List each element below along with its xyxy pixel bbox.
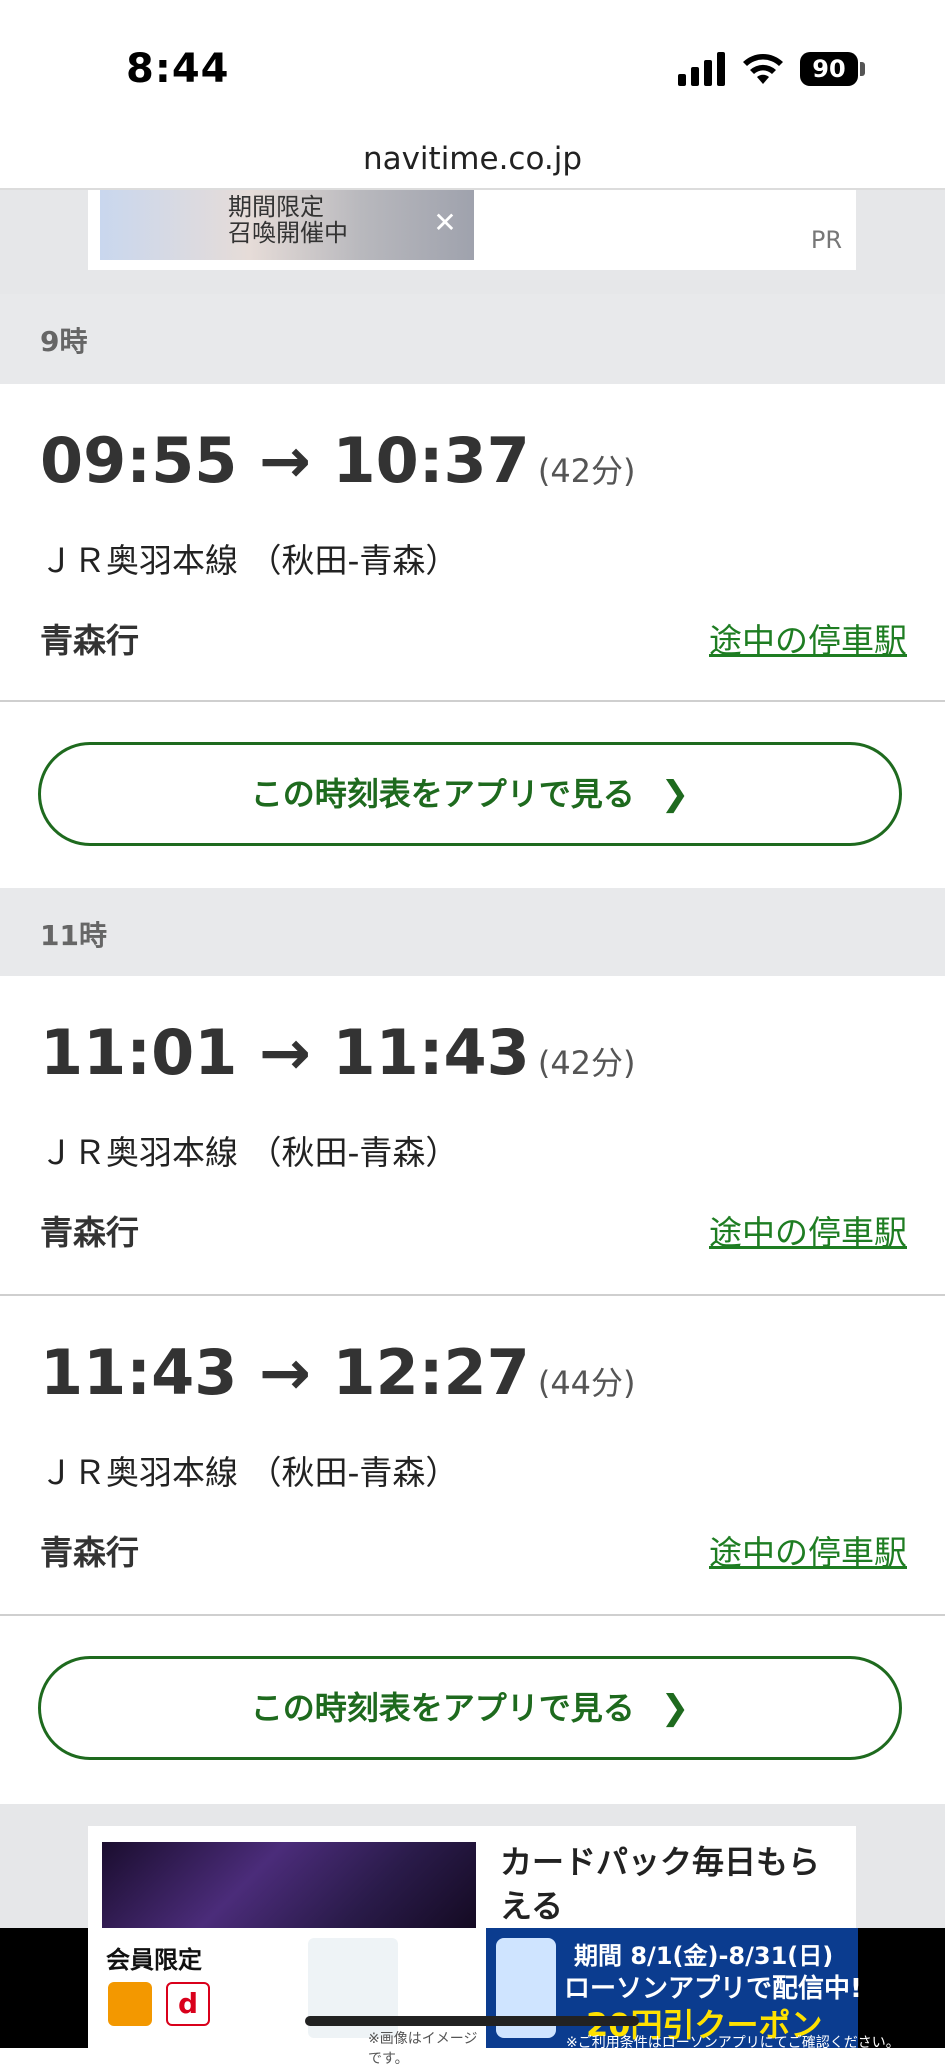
- times-text: 09:55 → 10:37: [40, 424, 530, 497]
- ad-top[interactable]: 期間限定 召喚開催中 ✕ PR: [88, 190, 856, 270]
- banner-period: 期間 8/1(金)-8/31(日): [574, 1942, 834, 1970]
- duration: (42分): [537, 452, 636, 490]
- ad-bottom-text: カードパック毎日もらえる: [500, 1843, 821, 1925]
- home-indicator[interactable]: [305, 2016, 639, 2026]
- member-label: 会員限定: [106, 1946, 202, 1974]
- sticky-banner-ad[interactable]: 会員限定 d ※画像はイメージです。 期間 8/1(金)-8/31(日) ローソ…: [0, 1928, 945, 2067]
- train-line: ＪＲ奥羽本線 （秋田-青森）: [40, 541, 459, 580]
- banner-right[interactable]: 期間 8/1(金)-8/31(日) ローソンアプリで配信中! 20円引クーポン …: [486, 1928, 900, 2051]
- departure-arrival-times: 11:01 → 11:43 (42分): [40, 1016, 636, 1089]
- open-in-app-label: この時刻表をアプリで見る: [250, 1689, 635, 1727]
- destination: 青森行: [40, 1533, 139, 1572]
- hour-label: 9時: [40, 325, 88, 358]
- ad-top-image[interactable]: 期間限定 召喚開催中 ✕: [100, 190, 474, 260]
- banner-note: ※画像はイメージです。: [368, 2031, 478, 2067]
- status-bar: 8:44 90: [0, 0, 945, 130]
- timetable-entry[interactable]: 11:43 → 12:27 (44分) ＪＲ奥羽本線 （秋田-青森） 青森行 途中…: [0, 1296, 945, 1614]
- banner-fineprint: ※ご利用条件はローソンアプリにてご確認ください。: [566, 2035, 900, 2051]
- stops-link[interactable]: 途中の停車駅: [709, 1206, 907, 1254]
- divider: [0, 700, 945, 702]
- dpoint-icon: d: [166, 1982, 210, 2026]
- departure-arrival-times: 11:43 → 12:27 (44分): [40, 1336, 636, 1409]
- ponta-icon: [108, 1982, 152, 2026]
- open-in-app-button[interactable]: この時刻表をアプリで見る ❯: [38, 1656, 902, 1760]
- ad-pr-label: PR: [810, 226, 842, 254]
- battery-icon: 90: [800, 52, 858, 86]
- destination: 青森行: [40, 1213, 139, 1252]
- hour-label: 11時: [40, 919, 107, 952]
- train-line: ＪＲ奥羽本線 （秋田-青森）: [40, 1453, 459, 1492]
- open-in-app-button[interactable]: この時刻表をアプリで見る ❯: [38, 742, 902, 846]
- duration: (44分): [537, 1364, 636, 1402]
- train-line: ＪＲ奥羽本線 （秋田-青森）: [40, 1133, 459, 1172]
- hour-header-9: 9時: [0, 294, 945, 384]
- destination: 青森行: [40, 621, 139, 660]
- ad-top-text: 期間限定 召喚開催中: [228, 193, 348, 247]
- times-text: 11:01 → 11:43: [40, 1016, 530, 1089]
- battery-tip: [860, 62, 865, 76]
- duration: (42分): [537, 1044, 636, 1082]
- close-icon[interactable]: ✕: [430, 208, 460, 238]
- ad-bottom-image[interactable]: [102, 1842, 476, 1928]
- stops-link[interactable]: 途中の停車駅: [709, 1526, 907, 1574]
- banner-left[interactable]: 会員限定 d ※画像はイメージです。: [88, 1928, 486, 2067]
- open-in-app-label: この時刻表をアプリで見る: [250, 775, 635, 813]
- divider: [0, 1614, 945, 1616]
- timetable-entry[interactable]: 09:55 → 10:37 (42分) ＪＲ奥羽本線 （秋田-青森） 青森行 途中…: [0, 384, 945, 702]
- url-bar[interactable]: navitime.co.jp: [0, 130, 945, 188]
- hour-header-11: 11時: [0, 888, 945, 976]
- ad-bottom[interactable]: カードパック毎日もらえる: [88, 1826, 856, 1928]
- times-text: 11:43 → 12:27: [40, 1336, 530, 1409]
- wifi-icon: [743, 54, 783, 84]
- stops-link[interactable]: 途中の停車駅: [709, 614, 907, 662]
- chevron-right-icon: ❯: [660, 1688, 690, 1728]
- signal-icon: [678, 52, 725, 86]
- chevron-right-icon: ❯: [660, 774, 690, 814]
- departure-arrival-times: 09:55 → 10:37 (42分): [40, 424, 636, 497]
- timetable-entry[interactable]: 11:01 → 11:43 (42分) ＪＲ奥羽本線 （秋田-青森） 青森行 途中…: [0, 976, 945, 1294]
- clock: 8:44: [126, 46, 230, 92]
